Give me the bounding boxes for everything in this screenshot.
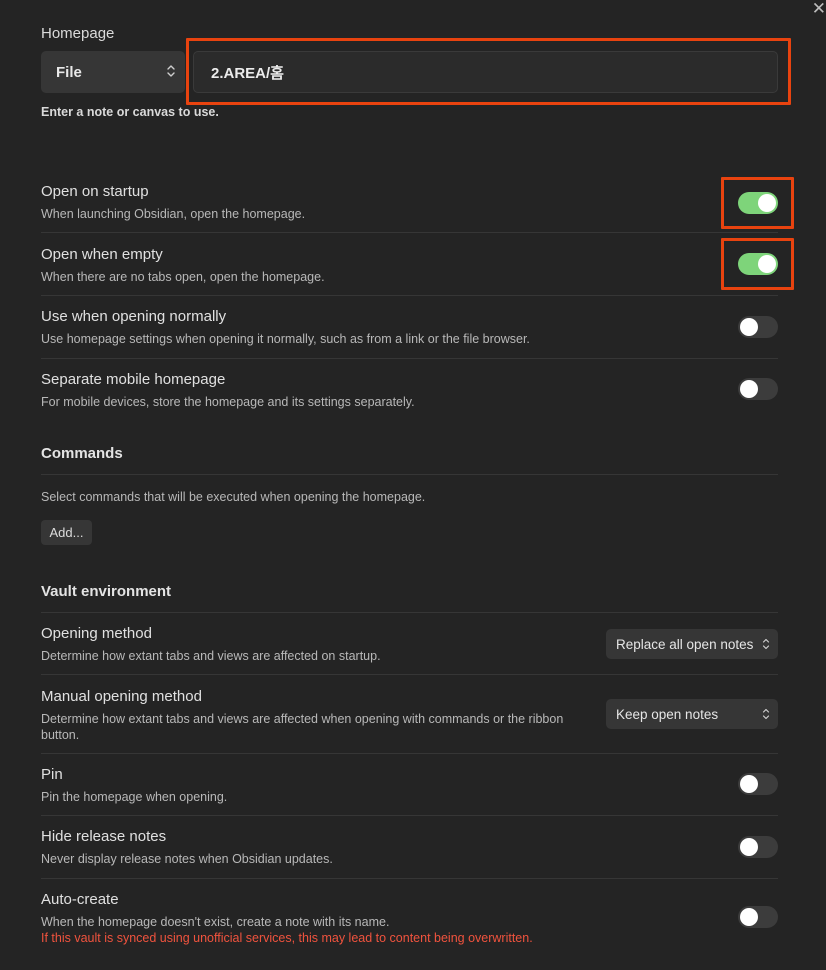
setting-name: Hide release notes bbox=[41, 828, 167, 845]
setting-desc: Pin the homepage when opening. bbox=[41, 790, 228, 804]
use-when-opening-normally-toggle[interactable] bbox=[738, 316, 778, 338]
divider bbox=[41, 612, 778, 613]
chevron-up-down-icon bbox=[762, 708, 770, 720]
auto-create-toggle[interactable] bbox=[738, 906, 778, 928]
divider bbox=[41, 474, 778, 475]
setting-name: Separate mobile homepage bbox=[41, 371, 226, 388]
toggle-knob bbox=[740, 380, 758, 398]
setting-name: Pin bbox=[41, 766, 63, 783]
setting-name: Open on startup bbox=[41, 183, 149, 200]
setting-use-when-opening-normally: Use when opening normally Use homepage s… bbox=[41, 308, 778, 347]
setting-desc: When the homepage doesn't exist, create … bbox=[41, 915, 390, 929]
homepage-type-select[interactable]: File bbox=[41, 51, 185, 93]
toggle-knob bbox=[740, 318, 758, 336]
commands-desc: Select commands that will be executed wh… bbox=[41, 490, 426, 504]
divider bbox=[41, 295, 778, 296]
dropdown-value: Keep open notes bbox=[616, 706, 719, 722]
setting-name: Auto-create bbox=[41, 891, 119, 908]
chevron-up-down-icon bbox=[167, 65, 175, 77]
close-icon[interactable]: ✕ bbox=[812, 0, 826, 17]
dropdown-value: Replace all open notes bbox=[616, 636, 754, 652]
setting-desc: When launching Obsidian, open the homepa… bbox=[41, 207, 306, 221]
setting-opening-method: Opening method Determine how extant tabs… bbox=[41, 625, 778, 664]
divider bbox=[41, 674, 778, 675]
toggle-knob bbox=[740, 908, 758, 926]
add-command-button[interactable]: Add... bbox=[41, 520, 92, 545]
highlight-box-startup-toggle bbox=[721, 177, 794, 229]
setting-desc: Determine how extant tabs and views are … bbox=[41, 712, 564, 742]
commands-heading: Commands bbox=[41, 445, 123, 462]
toggle-knob bbox=[740, 838, 758, 856]
homepage-heading: Homepage bbox=[41, 25, 115, 42]
setting-separate-mobile-homepage: Separate mobile homepage For mobile devi… bbox=[41, 371, 778, 410]
homepage-type-value: File bbox=[56, 63, 82, 81]
divider bbox=[41, 232, 778, 233]
hide-release-notes-toggle[interactable] bbox=[738, 836, 778, 858]
opening-method-dropdown[interactable]: Replace all open notes bbox=[606, 629, 778, 659]
toggle-knob bbox=[740, 775, 758, 793]
separate-mobile-homepage-toggle[interactable] bbox=[738, 378, 778, 400]
divider bbox=[41, 753, 778, 754]
setting-pin: Pin Pin the homepage when opening. bbox=[41, 766, 778, 805]
manual-opening-method-dropdown[interactable]: Keep open notes bbox=[606, 699, 778, 729]
setting-desc: Use homepage settings when opening it no… bbox=[41, 332, 530, 346]
divider bbox=[41, 815, 778, 816]
setting-open-when-empty: Open when empty When there are no tabs o… bbox=[41, 246, 778, 285]
setting-desc: When there are no tabs open, open the ho… bbox=[41, 270, 325, 284]
auto-create-warning: If this vault is synced using unofficial… bbox=[41, 931, 533, 945]
pin-toggle[interactable] bbox=[738, 773, 778, 795]
setting-auto-create: Auto-create When the homepage doesn't ex… bbox=[41, 891, 778, 945]
highlight-box-empty-toggle bbox=[721, 238, 794, 290]
setting-name: Use when opening normally bbox=[41, 308, 227, 325]
setting-open-on-startup: Open on startup When launching Obsidian,… bbox=[41, 183, 778, 222]
setting-desc: For mobile devices, store the homepage a… bbox=[41, 395, 415, 409]
homepage-help-text: Enter a note or canvas to use. bbox=[41, 105, 219, 119]
chevron-up-down-icon bbox=[762, 638, 770, 650]
setting-desc: Never display release notes when Obsidia… bbox=[41, 852, 333, 866]
setting-name: Open when empty bbox=[41, 246, 163, 263]
setting-hide-release-notes: Hide release notes Never display release… bbox=[41, 828, 778, 867]
vault-environment-heading: Vault environment bbox=[41, 583, 172, 600]
commands-description-row: Select commands that will be executed wh… bbox=[41, 489, 778, 505]
divider bbox=[41, 878, 778, 879]
highlight-box-homepage-input bbox=[186, 38, 791, 105]
divider bbox=[41, 358, 778, 359]
setting-manual-opening-method: Manual opening method Determine how exta… bbox=[41, 688, 778, 743]
